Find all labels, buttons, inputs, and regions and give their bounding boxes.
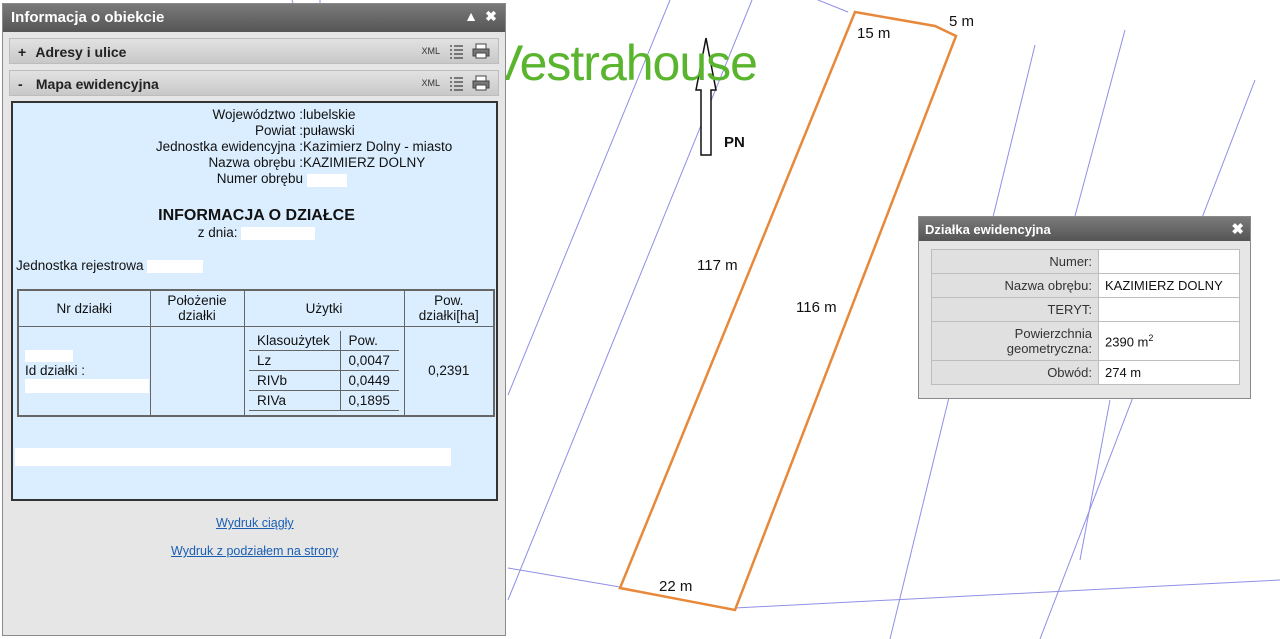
table-header: Położenie działki <box>149 289 245 327</box>
field-value: Kazimierz Dolny - miasto <box>303 139 453 154</box>
dimension-left-side: 117 m <box>697 257 738 274</box>
dimension-bottom: 22 m <box>659 578 693 595</box>
list-icon[interactable] <box>448 43 464 59</box>
field-label: Numer obrębu <box>216 171 303 186</box>
print-icon[interactable] <box>472 43 490 59</box>
field-label: Województwo : <box>212 107 303 122</box>
parcel-table: Nr działki Położenie działki Użytki Pow.… <box>17 289 495 417</box>
parcel-outline[interactable] <box>618 10 958 612</box>
print-continuous-link[interactable]: Wydruk ciągły <box>216 516 294 530</box>
table-row: Obwód: 274 m <box>931 360 1240 385</box>
section-adresy-header[interactable]: + Adresy i ulice XML <box>9 38 499 64</box>
uzytek-klasa: RIVa <box>249 390 341 411</box>
uzytek-pow: 0,0047 <box>340 350 399 371</box>
attr-key: Numer: <box>931 249 1099 274</box>
expand-icon: + <box>18 44 27 60</box>
field-value: KAZIMIERZ DOLNY <box>303 155 426 170</box>
table-cell-uzytki: Klasoużytek Pow. Lz 0,0047 RIVb 0,0449 RIVa… <box>243 325 405 417</box>
field-label: Jednostka ewidencyjna : <box>155 139 303 154</box>
print-icon[interactable] <box>472 75 490 91</box>
uzytek-pow: 0,1895 <box>340 390 399 411</box>
dimension-top-right: 5 m <box>949 13 975 30</box>
popup-title: Działka ewidencyjna <box>925 222 1051 237</box>
attr-value: 2390 m2 <box>1098 321 1240 361</box>
attr-key: Obwód: <box>931 360 1099 385</box>
xml-button[interactable]: XML <box>421 78 440 88</box>
field-label: Nazwa obrębu : <box>208 155 303 170</box>
field-value-redacted <box>307 172 347 187</box>
table-cell-polozenie <box>149 325 245 417</box>
table-row: Powierzchnia geometryczna: 2390 m2 <box>931 321 1240 361</box>
attr-value: KAZIMIERZ DOLNY <box>1098 273 1240 298</box>
list-icon[interactable] <box>448 75 464 91</box>
redacted-field <box>15 448 451 466</box>
parcel-info-content: Województwo : lubelskie Powiat : puławsk… <box>11 101 498 501</box>
attr-value: 274 m <box>1098 360 1240 385</box>
table-cell-id: Id działki : <box>17 325 151 417</box>
panel-titlebar[interactable]: Informacja o obiekcie ▲ ✖ <box>3 4 505 32</box>
field-label: Powiat : <box>254 123 303 138</box>
jednostka-rejestrowa: Jednostka rejestrowa <box>16 258 204 273</box>
popup-titlebar[interactable]: Działka ewidencyjna ✖ <box>919 217 1250 241</box>
collapse-icon[interactable]: ▲ <box>463 8 479 24</box>
close-icon[interactable]: ✖ <box>1231 220 1244 238</box>
field-value: lubelskie <box>303 107 356 122</box>
collapse-section-icon: - <box>18 76 23 92</box>
subheader: Pow. <box>340 330 399 351</box>
table-header: Użytki <box>243 289 405 327</box>
screen: Vestrahouse PN 15 m 5 m 117 m 116 m 22 m… <box>0 0 1280 639</box>
uzytek-pow: 0,0449 <box>340 370 399 391</box>
field-value: puławski <box>303 123 355 138</box>
table-row: TERYT: <box>931 297 1240 322</box>
print-paged-link[interactable]: Wydruk z podziałem na strony <box>171 544 338 558</box>
parcel-popup: Działka ewidencyjna ✖ Numer: Nazwa obręb… <box>918 216 1251 399</box>
z-dnia: z dnia: <box>13 225 500 240</box>
attr-key: Nazwa obrębu: <box>931 273 1099 298</box>
subheader: Klasoużytek <box>249 330 341 351</box>
uzytek-klasa: RIVb <box>249 370 341 391</box>
attr-key: TERYT: <box>931 297 1099 322</box>
panel-title: Informacja o obiekcie <box>11 9 165 26</box>
table-row: Nazwa obrębu: KAZIMIERZ DOLNY <box>931 273 1240 298</box>
uzytek-klasa: Lz <box>249 350 341 371</box>
vestrahouse-logo: Vestrahouse <box>490 35 758 91</box>
table-cell-total: 0,2391 <box>403 325 495 417</box>
table-row: Numer: <box>931 249 1240 274</box>
table-header: Nr działki <box>17 289 151 327</box>
dimension-top-left: 15 m <box>857 25 891 42</box>
table-header: Pow. działki[ha] <box>403 289 495 327</box>
parcel-attributes-table: Numer: Nazwa obrębu: KAZIMIERZ DOLNY TERY… <box>931 249 1240 385</box>
xml-button[interactable]: XML <box>421 46 440 56</box>
section-label: Mapa ewidencyjna <box>35 76 159 92</box>
attr-value <box>1098 297 1240 322</box>
uzytki-table: Klasoużytek Pow. Lz 0,0047 RIVb 0,0449 RIVa… <box>249 330 399 411</box>
info-title: INFORMACJA O DZIAŁCE <box>158 207 355 224</box>
close-icon[interactable]: ✖ <box>483 8 499 24</box>
dimension-right-side: 116 m <box>796 299 837 316</box>
section-label: Adresy i ulice <box>35 44 127 60</box>
object-info-panel: Informacja o obiekcie ▲ ✖ + Adresy i uli… <box>2 3 506 636</box>
attr-value <box>1098 249 1240 274</box>
section-mapa-header[interactable]: - Mapa ewidencyjna XML <box>9 70 499 96</box>
attr-key: Powierzchnia geometryczna: <box>931 321 1099 361</box>
north-label: PN <box>724 134 745 151</box>
